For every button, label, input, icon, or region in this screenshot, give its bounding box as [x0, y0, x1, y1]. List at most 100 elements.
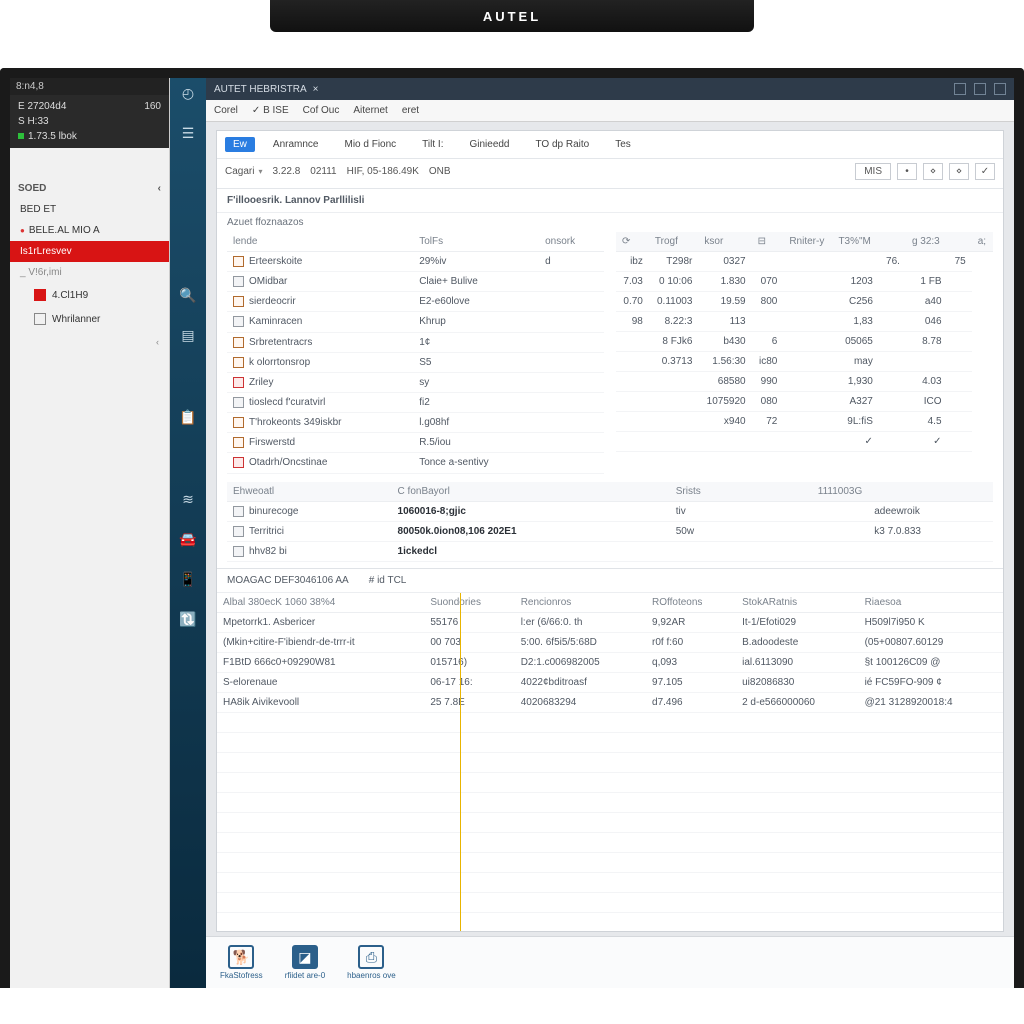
fl-h1[interactable]: BED ET	[10, 199, 169, 220]
section-title: F'illooesrik. Lannov Parllilisli	[217, 189, 1003, 213]
rth-8[interactable]	[948, 232, 972, 252]
rail-refresh-icon[interactable]: 🔃	[179, 610, 197, 628]
table-row[interactable]: 0.37131.56:30ic80may	[616, 352, 993, 372]
lth-0[interactable]: lende	[227, 232, 413, 252]
rail-list-icon[interactable]: ▤	[179, 326, 197, 344]
rail-waves-icon[interactable]: ≋	[179, 490, 197, 508]
table-row[interactable]: FirswerstdR.5/iou	[227, 433, 604, 453]
lth-1[interactable]: TolFs	[413, 232, 539, 252]
rth-7[interactable]: g 32:3	[906, 232, 948, 252]
tb-icon-3[interactable]	[994, 83, 1006, 95]
lwh-0[interactable]: Albal 380ecK 1060 38%4	[217, 593, 424, 613]
table-row[interactable]: Erteerskoite29%ivd	[227, 252, 604, 272]
lwh-4[interactable]: StokARatnis	[736, 593, 858, 613]
rt-sq-2[interactable]: ⋄	[949, 163, 969, 180]
taskbar-item-2[interactable]: ⎙hbaenros ove	[347, 945, 395, 980]
tv-1: 02111	[310, 166, 336, 177]
tab-5[interactable]: TO dp Raito	[528, 137, 598, 152]
rail-clipboard-icon[interactable]: 📋	[179, 408, 197, 426]
rth-9[interactable]: a;	[972, 232, 993, 252]
lwh-1[interactable]: Suondories	[424, 593, 514, 613]
rail-menu-icon[interactable]: ☰	[179, 124, 197, 142]
rth-5[interactable]: T3%"M	[832, 232, 878, 252]
collapse-icon[interactable]: ‹	[10, 331, 169, 353]
table-row[interactable]: Srbretentracrs1¢	[227, 332, 604, 352]
table-row[interactable]: ibzT298r032776.75	[616, 252, 993, 272]
rail-loop-icon[interactable]: ◴	[179, 84, 197, 102]
table-row[interactable]: Territrici80050k.0ion08,106 202E150wk3 7…	[227, 521, 993, 541]
rt-btn[interactable]: MIS	[855, 163, 891, 180]
table-row[interactable]: Mpetorrk1. Asbericer55176l:er (6/66:0. t…	[217, 612, 1003, 632]
lwh-5[interactable]: Riaesoa	[859, 593, 1003, 613]
rth-2[interactable]: ksor	[698, 232, 751, 252]
table-row[interactable]: 1075920080A327ICO	[616, 392, 993, 412]
table-row[interactable]: sierdeocrirE2-e60love	[227, 292, 604, 312]
menu-1[interactable]: ✓ B ISE	[252, 105, 289, 116]
tv-2: HIF, 05-186.49K	[347, 166, 419, 177]
table-row[interactable]: S-elorenaue06-17 16:4022¢bditroasf97.105…	[217, 672, 1003, 692]
fl-h2[interactable]: BELE.AL MIO A	[10, 220, 169, 241]
lwh-3[interactable]: ROffoteons	[646, 593, 736, 613]
fl-subheader: _ V!6r,imi	[10, 262, 169, 283]
rail-device-icon[interactable]: 📱	[179, 570, 197, 588]
rth-1[interactable]: Trogf	[649, 232, 699, 252]
stat1-label: E 27204d4	[18, 101, 66, 112]
table-row[interactable]: 685809901,9304.03	[616, 372, 993, 392]
lwh-2[interactable]: Rencionros	[515, 593, 646, 613]
table-row[interactable]: ✓✓	[616, 432, 993, 452]
rt-sq-0[interactable]: •	[897, 163, 917, 180]
table-row[interactable]: hhv82 bi1ickedcl	[227, 541, 993, 561]
fl-sub-0[interactable]: 4.Cl1H9	[10, 283, 169, 307]
rt-sq-3[interactable]: ✓	[975, 163, 995, 180]
fl-section[interactable]: SOED	[18, 183, 46, 194]
menu-2[interactable]: Cof Ouc	[303, 105, 340, 116]
rail-car-icon[interactable]: 🚘	[179, 530, 197, 548]
fl-sub-1[interactable]: Whrilanner	[10, 307, 169, 331]
rth-4[interactable]: Rniter-y	[783, 232, 832, 252]
table-row[interactable]: k olorrtonsropS5	[227, 352, 604, 372]
lth-2[interactable]: onsork	[539, 232, 604, 252]
table-row[interactable]: HA8ik Aivikevooll25 7.8E4020683294d7.496…	[217, 692, 1003, 712]
table-row[interactable]: KaminracenKhrup	[227, 312, 604, 332]
menu-4[interactable]: eret	[402, 105, 419, 116]
table-row[interactable]: 0.700.1100319.59800C256a40	[616, 292, 993, 312]
taskbar-item-1[interactable]: ◪rfiidet are-0	[285, 945, 325, 980]
table-row[interactable]: Zrileysy	[227, 372, 604, 392]
tab-3[interactable]: Tilt I:	[414, 137, 451, 152]
table-row[interactable]: 8 FJk6b4306050658.78	[616, 332, 993, 352]
table-row[interactable]: tioslecd f'curatvirlfi2	[227, 392, 604, 412]
table-row[interactable]: Otadrh/OncstinaeTonce a-sentivy	[227, 453, 604, 473]
fl-sub-0-label: 4.Cl1H9	[52, 290, 88, 301]
table-row[interactable]: binurecoge1060016-8;gjictivadeewroik	[227, 501, 993, 521]
taskbar-item-0[interactable]: 🐕FkaStofress	[220, 945, 263, 980]
chevron-left-icon[interactable]: ‹	[158, 183, 161, 194]
menu-3[interactable]: Aiternet	[353, 105, 387, 116]
rt-sq-1[interactable]: ⋄	[923, 163, 943, 180]
app-icon	[34, 289, 46, 301]
menu-0[interactable]: Corel	[214, 105, 238, 116]
fl-active-item[interactable]: Is1rLresvev	[10, 241, 169, 262]
tab-2[interactable]: Mio d Fionc	[336, 137, 404, 152]
tab-1[interactable]: Anramnce	[265, 137, 327, 152]
table-row[interactable]: 988.22:31131,83046	[616, 312, 993, 332]
row-icon	[233, 506, 244, 517]
rth-0[interactable]: ⟳	[616, 232, 649, 252]
tab-4[interactable]: Ginieedd	[461, 137, 517, 152]
caption-select[interactable]: Cagari	[225, 166, 262, 177]
tab-6[interactable]: Tes	[607, 137, 639, 152]
row-icon	[233, 397, 244, 408]
table-row[interactable]: x940729L:fiS4.5	[616, 412, 993, 432]
close-icon[interactable]: ×	[313, 84, 319, 95]
rth-3[interactable]: ⊟	[752, 232, 784, 252]
table-row[interactable]: F1BtD 666c0+09290W81015716)D2:1.c0069820…	[217, 652, 1003, 672]
tb-icon-1[interactable]	[954, 83, 966, 95]
rail-search-icon[interactable]: 🔍	[179, 286, 197, 304]
tab-0[interactable]: Ew	[225, 137, 255, 152]
table-row[interactable]: (Mkin+citire-F'ibiendr-de-trrr-it00 7035…	[217, 632, 1003, 652]
taskbar-label-2: hbaenros ove	[347, 971, 395, 980]
tb-icon-2[interactable]	[974, 83, 986, 95]
table-row[interactable]: 7.030 10:061.83007012031 FB	[616, 272, 993, 292]
table-row[interactable]: T'hrokeonts 349iskbrl.g08hf	[227, 413, 604, 433]
table-row[interactable]: OMidbarClaie+ Bulive	[227, 272, 604, 292]
rth-6[interactable]	[879, 232, 906, 252]
